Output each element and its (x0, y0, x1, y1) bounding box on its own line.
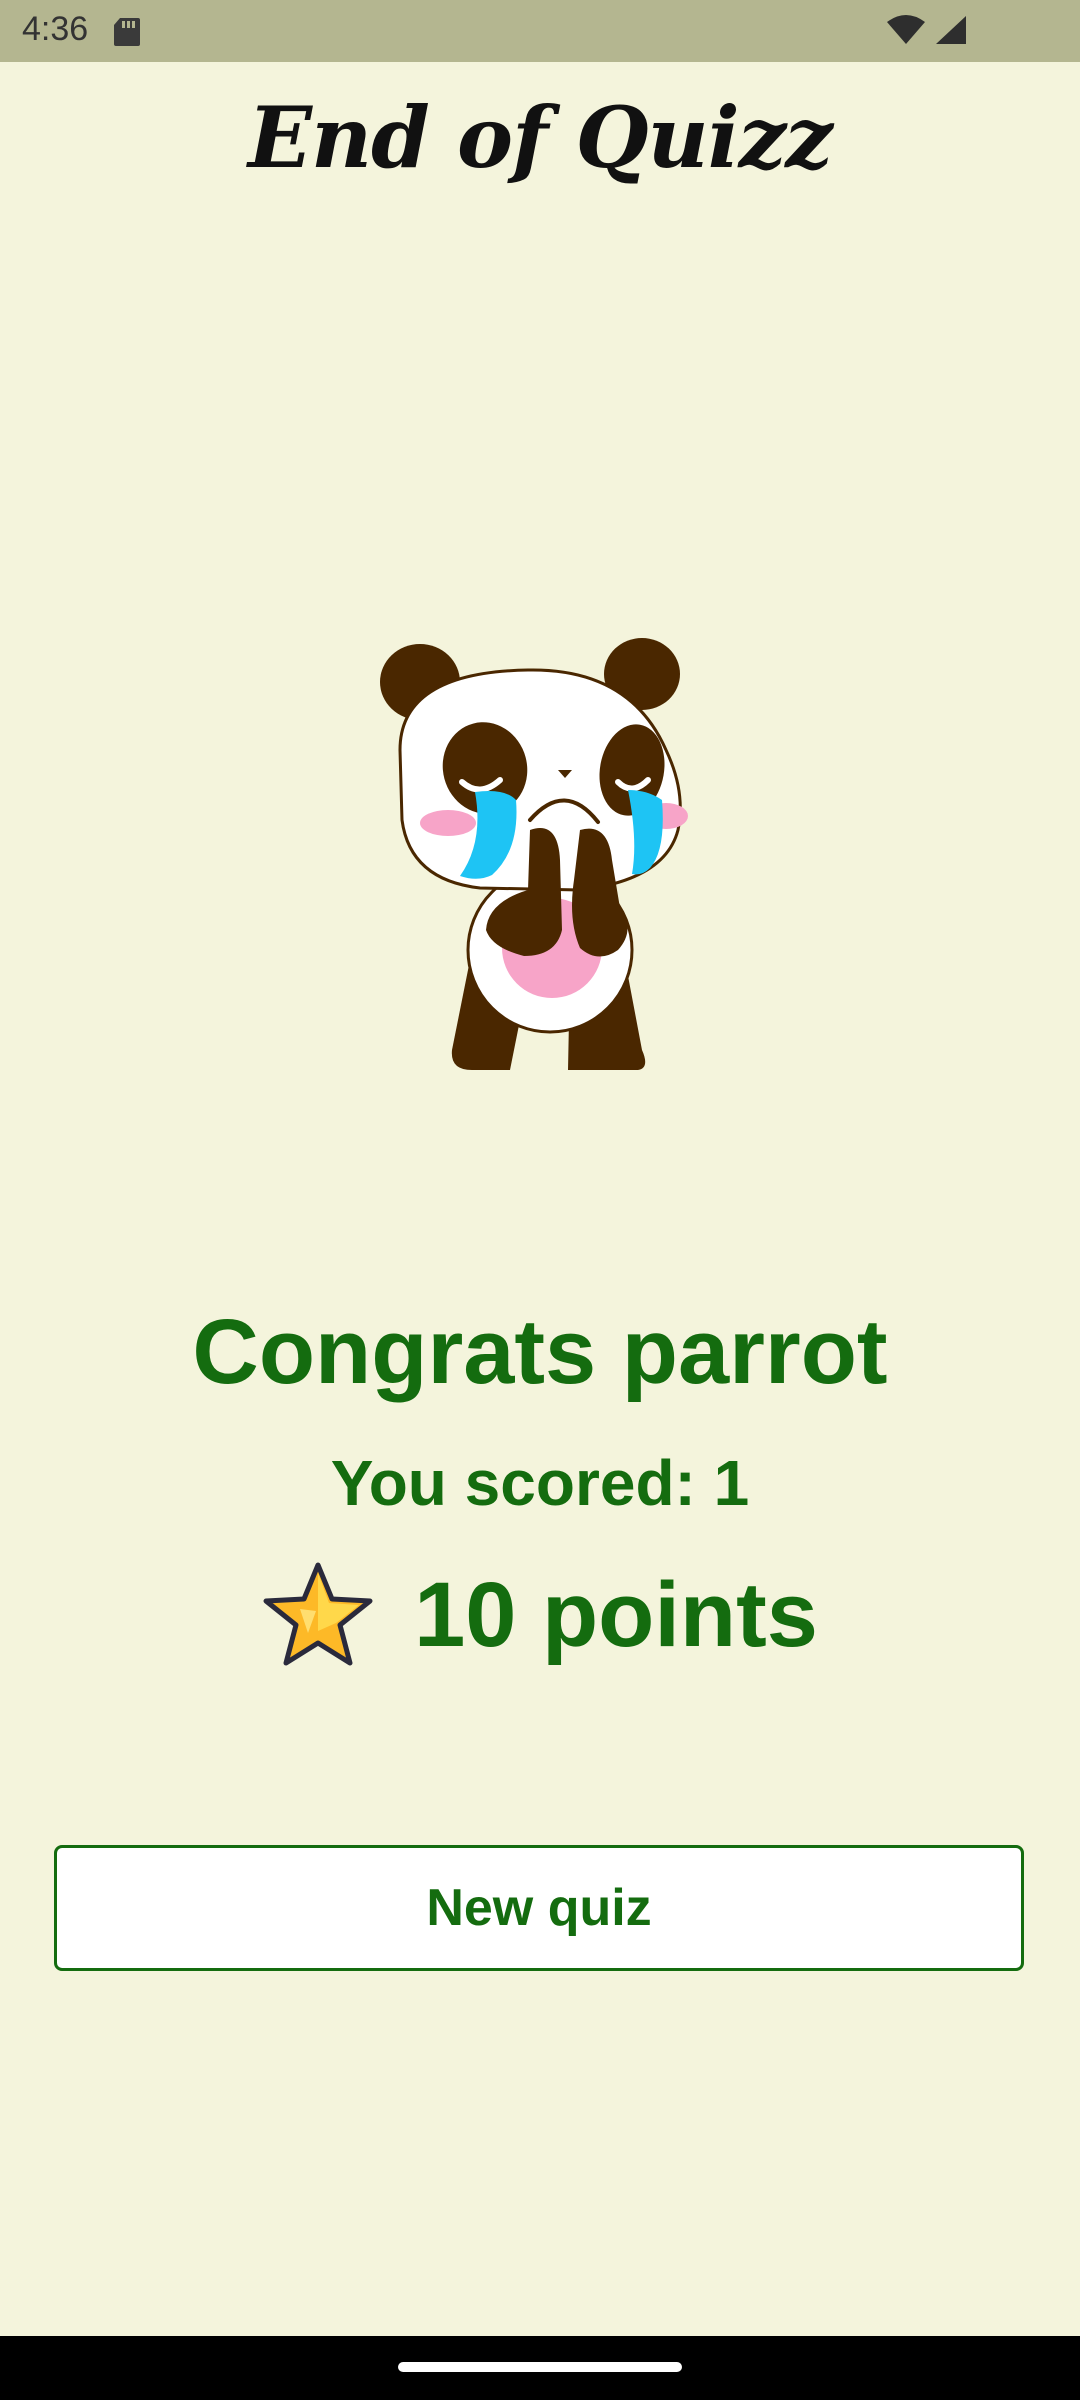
page-title: End of Quizz (247, 88, 833, 187)
congrats-message: Congrats parrot (192, 1301, 888, 1403)
score-text: You scored: 1 (330, 1447, 750, 1519)
wifi-icon (887, 15, 925, 44)
points-value: 10 points (414, 1563, 818, 1666)
home-indicator[interactable] (398, 2362, 682, 2372)
star-icon (263, 1562, 373, 1666)
status-bar: 4:36 (0, 0, 1080, 62)
status-time: 4:36 (22, 10, 89, 48)
points-row: 10 points (0, 1550, 1080, 1680)
new-quiz-button[interactable]: New quiz (54, 1845, 1024, 1971)
signal-icon (936, 16, 966, 44)
sd-card-icon (114, 18, 140, 46)
crying-panda-illustration (380, 638, 688, 1070)
